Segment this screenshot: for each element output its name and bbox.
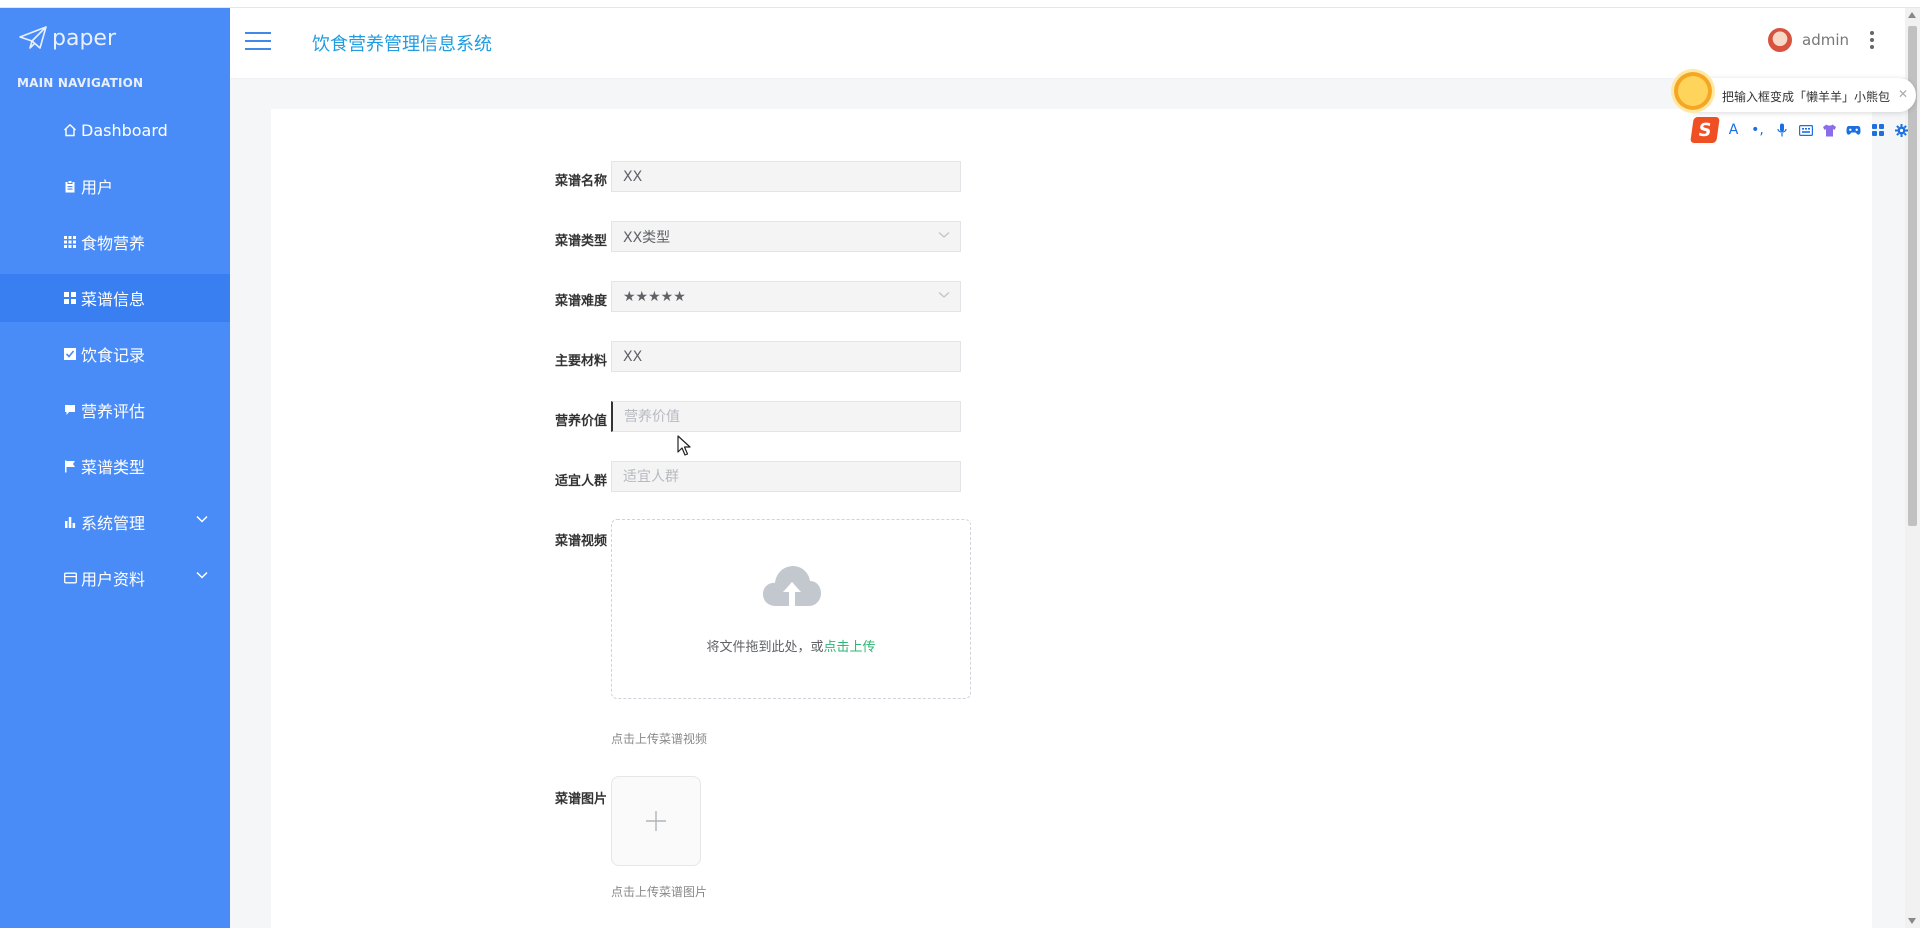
- click-upload-link[interactable]: 点击上传: [824, 640, 876, 655]
- apps-grid-icon[interactable]: [1869, 122, 1886, 139]
- recipe-image-label: 菜谱图片: [554, 792, 607, 807]
- nav-heading: MAIN NAVIGATION: [17, 76, 144, 90]
- upload-instructions: 将文件拖到此处，或点击上传: [612, 636, 970, 655]
- sidebar-item-user-profile[interactable]: 用户资料: [0, 554, 230, 602]
- sidebar-item-label: 菜谱类型: [81, 458, 146, 477]
- recipe-name-label: 菜谱名称: [554, 174, 607, 189]
- user-menu[interactable]: admin: [1768, 28, 1875, 52]
- plus-icon: [646, 811, 666, 831]
- upload-drag-text: 将文件拖到此处，或: [706, 640, 824, 655]
- app-title: 饮食营养管理信息系统: [312, 34, 492, 55]
- apps-icon: [63, 291, 77, 305]
- form-card: [271, 109, 1872, 928]
- sidebar-item-label: 用户资料: [81, 570, 146, 589]
- recipe-difficulty-value: ★★★★★: [623, 288, 686, 305]
- username[interactable]: admin: [1802, 31, 1849, 49]
- recipe-type-select[interactable]: XX类型: [611, 221, 961, 252]
- window-top-border: [0, 0, 1920, 8]
- settings-gear-icon[interactable]: [1893, 122, 1910, 139]
- vertical-scrollbar[interactable]: [1905, 8, 1920, 928]
- sidebar-item-label: 系统管理: [81, 514, 146, 533]
- sogou-logo-icon[interactable]: S: [1690, 117, 1720, 143]
- chevron-down-icon: [938, 232, 950, 238]
- sidebar-item-label: 食物营养: [81, 234, 146, 253]
- recipe-video-label: 菜谱视频: [554, 534, 607, 549]
- scroll-up-arrow-icon[interactable]: [1908, 12, 1916, 18]
- sidebar-item-nutrition-assessment[interactable]: 营养评估: [0, 386, 230, 434]
- microphone-icon[interactable]: [1773, 122, 1790, 139]
- sidebar-item-dashboard[interactable]: Dashboard: [0, 106, 230, 154]
- sidebar-item-label: 饮食记录: [81, 346, 146, 365]
- close-icon[interactable]: ✕: [1898, 87, 1908, 101]
- sidebar-item-label: 用户: [81, 178, 114, 197]
- checkbox-icon: [63, 347, 77, 361]
- brand-logo[interactable]: paper: [18, 22, 116, 54]
- main-materials-value: XX: [623, 348, 643, 365]
- sidebar-item-food-nutrition[interactable]: 食物营养: [0, 218, 230, 266]
- home-icon: [63, 123, 77, 137]
- punctuation-icon[interactable]: •,: [1749, 122, 1766, 139]
- ime-skin-tip[interactable]: 把输入框变成「懒羊羊」小熊包 ✕: [1674, 72, 1916, 112]
- sidebar-item-users[interactable]: 用户: [0, 162, 230, 210]
- recipe-difficulty-select[interactable]: ★★★★★: [611, 281, 961, 312]
- nutrition-value-label: 营养价值: [554, 414, 607, 429]
- sidebar-item-label: 营养评估: [81, 402, 146, 421]
- font-icon[interactable]: A: [1725, 122, 1742, 139]
- video-upload-dropzone[interactable]: 将文件拖到此处，或点击上传: [611, 519, 971, 699]
- sun-mascot-icon: [1674, 72, 1712, 110]
- keyboard-icon[interactable]: [1797, 122, 1814, 139]
- image-upload-tip: 点击上传菜谱图片: [611, 885, 708, 899]
- gamepad-icon[interactable]: [1845, 122, 1862, 139]
- suitable-crowd-label: 适宜人群: [554, 474, 607, 489]
- main-materials-input[interactable]: XX: [611, 341, 961, 372]
- sidebar-item-label: Dashboard: [81, 120, 168, 140]
- image-upload-button[interactable]: [611, 776, 701, 866]
- recipe-name-value: XX: [623, 168, 643, 185]
- chevron-down-icon: [196, 515, 208, 523]
- video-upload-tip: 点击上传菜谱视频: [611, 732, 708, 746]
- sidebar-item-system-management[interactable]: 系统管理: [0, 498, 230, 546]
- flag-icon: [63, 459, 77, 473]
- chevron-down-icon: [196, 571, 208, 579]
- sidebar-item-diet-records[interactable]: 饮食记录: [0, 330, 230, 378]
- cloud-upload-icon: [763, 566, 821, 606]
- recipe-name-input[interactable]: XX: [611, 161, 961, 192]
- recipe-type-value: XX类型: [623, 229, 671, 246]
- chevron-down-icon: [938, 292, 950, 298]
- scroll-down-arrow-icon[interactable]: [1908, 918, 1916, 924]
- skin-shirt-icon[interactable]: [1821, 122, 1838, 139]
- ime-tip-text: 把输入框变成「懒羊羊」小熊包: [1722, 90, 1891, 104]
- suitable-crowd-input[interactable]: [611, 461, 961, 492]
- sidebar: paper MAIN NAVIGATION Dashboard 用户 食物营养 …: [0, 8, 249, 928]
- sidebar-item-recipe-info[interactable]: 菜谱信息: [0, 274, 249, 322]
- brand-name: paper: [52, 25, 116, 51]
- mouse-cursor-icon: [677, 435, 691, 456]
- ime-toolbar: S A •,: [1690, 116, 1920, 144]
- nutrition-value-input[interactable]: [611, 401, 961, 432]
- sidebar-item-recipe-types[interactable]: 菜谱类型: [0, 442, 230, 490]
- bar-chart-icon: [63, 515, 77, 529]
- comment-icon: [63, 403, 77, 417]
- menu-toggle-icon[interactable]: [245, 32, 271, 52]
- recipe-type-label: 菜谱类型: [554, 234, 607, 249]
- card-icon: [63, 571, 77, 585]
- top-header: 饮食营养管理信息系统 admin: [230, 8, 1905, 79]
- sidebar-item-label: 菜谱信息: [81, 290, 146, 309]
- clipboard-icon: [63, 179, 77, 193]
- paper-plane-icon: [19, 26, 47, 49]
- more-vertical-icon[interactable]: [1869, 31, 1875, 49]
- grid-icon: [63, 235, 77, 249]
- recipe-difficulty-label: 菜谱难度: [554, 294, 607, 309]
- main-materials-label: 主要材料: [554, 354, 607, 369]
- avatar[interactable]: [1768, 28, 1792, 52]
